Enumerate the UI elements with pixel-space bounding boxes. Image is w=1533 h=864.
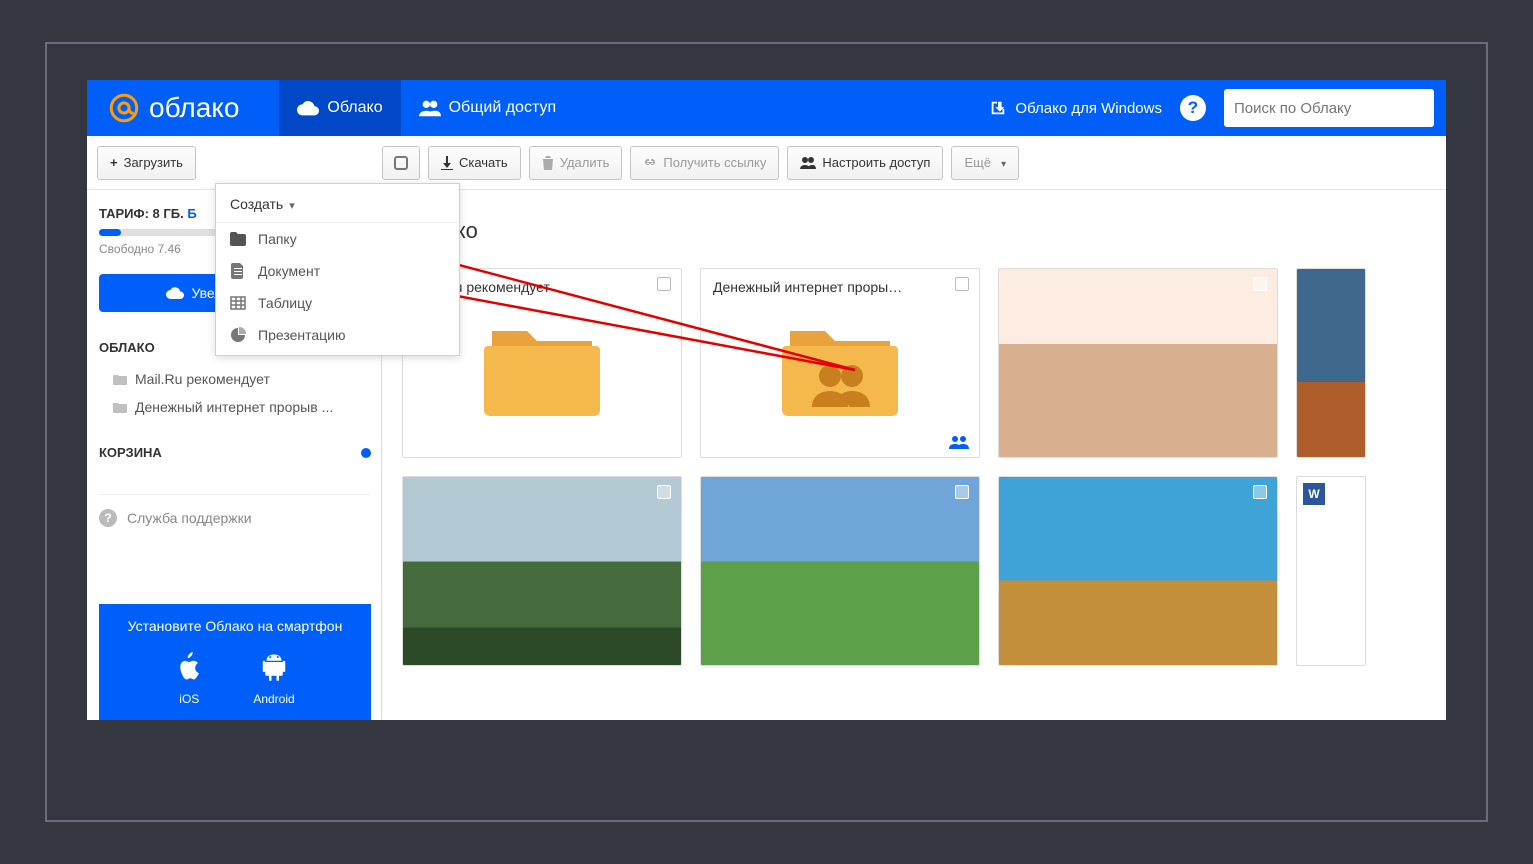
promo-banner: Установите Облако на смартфон iOS Androi… [99, 604, 371, 720]
tile-label: Денежный интернет проры… [713, 279, 902, 295]
support-link[interactable]: ? Служба поддержки [99, 494, 371, 541]
document-icon [230, 263, 246, 279]
breadcrumb: Облако [402, 218, 1446, 244]
tile-checkbox[interactable] [955, 485, 969, 499]
tile-checkbox[interactable] [657, 485, 671, 499]
configure-access-button[interactable]: Настроить доступ [787, 146, 943, 180]
get-link-label: Получить ссылку [663, 155, 766, 170]
create-presentation-item[interactable]: Презентацию [216, 319, 459, 351]
cloud-windows-label: Облако для Windows [1015, 100, 1162, 117]
question-circle-icon: ? [99, 509, 117, 527]
trash-icon [542, 156, 554, 170]
tab-cloud[interactable]: Облако [279, 80, 400, 136]
download-label: Скачать [459, 155, 508, 170]
create-folder-item[interactable]: Папку [216, 223, 459, 255]
create-document-label: Документ [258, 263, 320, 279]
tile-photo-2[interactable] [402, 476, 682, 666]
support-label: Служба поддержки [127, 510, 252, 526]
file-grid: Mail.Ru рекомендует Денежный интернет пр… [402, 268, 1446, 666]
delete-label: Удалить [560, 155, 610, 170]
tile-checkbox[interactable] [955, 277, 969, 291]
create-document-item[interactable]: Документ [216, 255, 459, 287]
pie-icon [230, 327, 246, 343]
tile-doc-partial[interactable]: W [1296, 476, 1366, 666]
people-solid-icon [800, 157, 816, 169]
more-label: Ещё [964, 155, 991, 170]
navbar: облако Облако Общий доступ Облако для Wi… [87, 80, 1446, 136]
cloud-icon [297, 100, 319, 116]
create-label: Создать [230, 196, 283, 212]
create-table-label: Таблицу [258, 295, 312, 311]
folder-icon [230, 231, 246, 247]
search-box[interactable] [1224, 89, 1434, 127]
promo-ios[interactable]: iOS [175, 652, 203, 706]
plus-icon: + [110, 155, 118, 170]
chevron-down-icon [997, 155, 1006, 170]
tile-checkbox[interactable] [657, 277, 671, 291]
shared-badge-icon [949, 435, 969, 449]
tile-photo-4[interactable] [998, 476, 1278, 666]
tile-checkbox[interactable] [1253, 277, 1267, 291]
create-presentation-label: Презентацию [258, 327, 346, 343]
app-window: облако Облако Общий доступ Облако для Wi… [87, 80, 1446, 720]
select-all-button[interactable] [382, 146, 420, 180]
word-icon: W [1303, 483, 1325, 505]
tariff-label: ТАРИФ: 8 ГБ. [99, 206, 184, 221]
brand-title: облако [149, 92, 239, 124]
brand-logo[interactable]: облако [87, 80, 259, 136]
tab-shared-label: Общий доступ [449, 99, 557, 117]
tile-folder-money[interactable]: Денежный интернет проры… [700, 268, 980, 458]
android-icon [260, 652, 288, 682]
get-link-button[interactable]: Получить ссылку [630, 146, 779, 180]
main-content: Облако Mail.Ru рекомендует Денежный инте… [382, 190, 1446, 720]
upload-button[interactable]: + Загрузить [97, 146, 196, 180]
folder-icon [113, 374, 127, 385]
trash-indicator-dot [361, 448, 371, 458]
checkbox-icon [394, 156, 408, 170]
tariff-link[interactable]: Б [187, 206, 196, 221]
download-box-icon [989, 99, 1007, 117]
toolbar: + Загрузить Скачать Удалить Получить ссы… [87, 136, 1446, 190]
sidebar-trash-title[interactable]: КОРЗИНА [99, 445, 162, 460]
create-folder-label: Папку [258, 231, 297, 247]
configure-access-label: Настроить доступ [822, 155, 930, 170]
create-dropdown: Создать Папку Документ Таблицу Презентац… [215, 183, 460, 356]
tile-checkbox[interactable] [1253, 485, 1267, 499]
cloud-icon [166, 286, 184, 300]
promo-android-label: Android [253, 692, 294, 706]
folder-large-icon [482, 321, 602, 421]
sidebar-item-money[interactable]: Денежный интернет прорыв ... [99, 393, 371, 421]
help-button[interactable]: ? [1180, 95, 1206, 121]
apple-icon [175, 652, 203, 682]
link-icon [643, 156, 657, 170]
tile-photo-3[interactable] [700, 476, 980, 666]
download-button[interactable]: Скачать [428, 146, 521, 180]
sidebar-item-recommend[interactable]: Mail.Ru рекомендует [99, 365, 371, 393]
tab-shared[interactable]: Общий доступ [401, 80, 575, 136]
tab-cloud-label: Облако [327, 99, 382, 117]
download-icon [441, 156, 453, 170]
folder-shared-large-icon [780, 321, 900, 421]
cloud-windows-link[interactable]: Облако для Windows [989, 99, 1162, 117]
upload-label: Загрузить [124, 155, 183, 170]
folder-icon [113, 402, 127, 413]
promo-ios-label: iOS [179, 692, 199, 706]
tile-photo-1[interactable] [998, 268, 1278, 458]
sidebar-item-label: Mail.Ru рекомендует [135, 371, 270, 387]
search-input[interactable] [1234, 100, 1424, 117]
delete-button[interactable]: Удалить [529, 146, 623, 180]
more-button[interactable]: Ещё [951, 146, 1019, 180]
chevron-down-icon [289, 196, 295, 212]
sidebar-item-label: Денежный интернет прорыв ... [135, 399, 333, 415]
people-icon [419, 99, 441, 117]
promo-text: Установите Облако на смартфон [111, 618, 359, 634]
table-icon [230, 295, 246, 311]
create-button[interactable]: Создать [216, 188, 459, 223]
create-table-item[interactable]: Таблицу [216, 287, 459, 319]
promo-android[interactable]: Android [253, 652, 294, 706]
at-logo-icon [107, 91, 141, 125]
tile-photo-partial[interactable] [1296, 268, 1366, 458]
